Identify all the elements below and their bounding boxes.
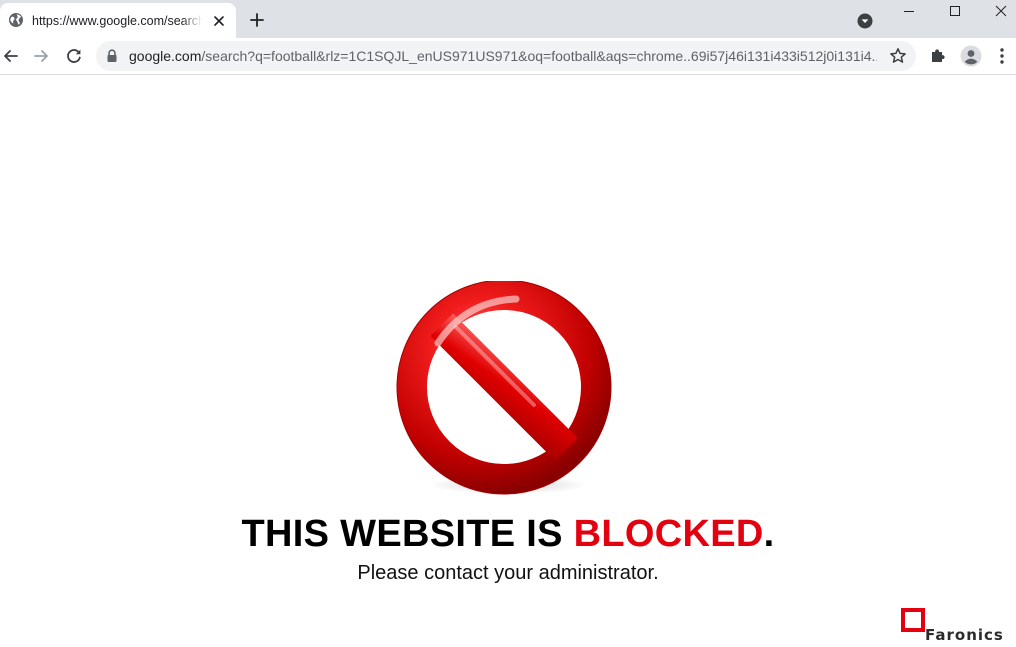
faronics-logo: Faronics bbox=[901, 608, 1016, 644]
tab-title: https://www.google.com/search?q=football bbox=[32, 14, 202, 28]
address-url[interactable]: google.com/search?q=football&rlz=1C1SQJL… bbox=[129, 48, 877, 65]
contact-admin-text: Please contact your administrator. bbox=[357, 562, 659, 584]
url-path: /search?q=football&rlz=1C1SQJL_enUS971US… bbox=[201, 48, 877, 64]
brand-name: Faronics bbox=[925, 626, 1004, 644]
url-host: google.com bbox=[129, 48, 202, 64]
globe-icon bbox=[8, 12, 24, 28]
lock-icon[interactable] bbox=[106, 49, 118, 63]
puzzle-icon[interactable] bbox=[929, 47, 947, 65]
kebab-menu-icon[interactable] bbox=[996, 46, 1008, 66]
close-icon[interactable] bbox=[211, 13, 227, 29]
plus-icon[interactable] bbox=[248, 11, 266, 29]
star-icon[interactable] bbox=[889, 47, 907, 65]
address-bar[interactable]: google.com/search?q=football&rlz=1C1SQJL… bbox=[96, 41, 916, 71]
tab-strip: https://www.google.com/search?q=football bbox=[0, 0, 1016, 38]
browser-tab[interactable]: https://www.google.com/search?q=football bbox=[0, 3, 236, 38]
minimize-icon bbox=[904, 11, 914, 12]
maximize-button[interactable] bbox=[932, 0, 978, 24]
reload-icon[interactable] bbox=[63, 45, 85, 67]
arrow-right-icon[interactable] bbox=[30, 45, 52, 67]
faronics-mark-icon bbox=[901, 608, 925, 632]
browser-toolbar: google.com/search?q=football&rlz=1C1SQJL… bbox=[0, 38, 1016, 75]
profile-icon[interactable] bbox=[960, 45, 982, 67]
window-close-icon bbox=[995, 5, 1007, 17]
headline-prefix: THIS WEBSITE IS bbox=[241, 513, 574, 555]
maximize-icon bbox=[950, 6, 960, 16]
chevron-down-circle-icon[interactable] bbox=[856, 12, 874, 30]
blocked-headline: THIS WEBSITE IS BLOCKED. bbox=[0, 512, 1016, 556]
no-entry-icon bbox=[396, 279, 612, 497]
minimize-button[interactable] bbox=[886, 0, 932, 24]
headline-suffix: . bbox=[763, 513, 775, 555]
headline-highlight: BLOCKED bbox=[573, 513, 764, 555]
window-close-button[interactable] bbox=[978, 0, 1016, 24]
arrow-left-icon[interactable] bbox=[0, 45, 22, 67]
